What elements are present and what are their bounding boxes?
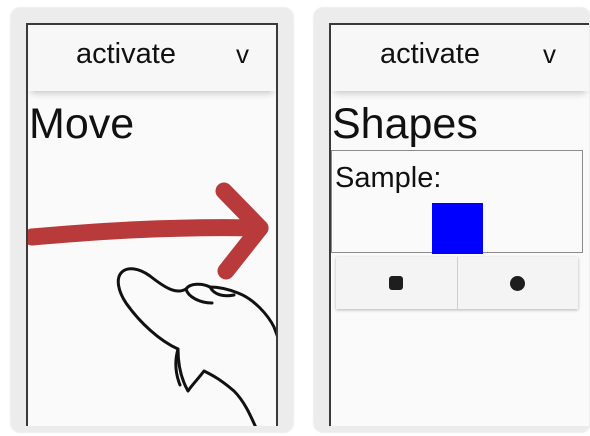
circle-shape-button[interactable] <box>456 257 578 309</box>
dropdown-menu-button[interactable]: v <box>543 38 556 70</box>
dropdown-menu-button[interactable]: v <box>236 38 249 70</box>
app-bar: activate v <box>331 25 589 91</box>
app-bar-title: activate <box>76 38 176 70</box>
phone-frame-shapes: activate v Shapes Sample: <box>314 8 590 432</box>
shape-selector <box>336 257 578 309</box>
app-screen-shapes: activate v Shapes Sample: <box>329 23 589 426</box>
circle-icon <box>510 275 526 291</box>
swipe-hand-icon <box>116 267 276 426</box>
phone-frame-move: activate v Move <box>11 8 293 432</box>
app-bar-title: activate <box>380 38 480 70</box>
square-shape-button[interactable] <box>336 257 457 309</box>
sample-label: Sample: <box>335 162 442 194</box>
sample-preview-box: Sample: <box>331 150 583 254</box>
app-bar: activate v <box>28 25 276 91</box>
square-icon <box>389 276 404 290</box>
sample-shape-square <box>432 203 483 254</box>
page-title: Shapes <box>332 100 478 148</box>
tutorial-stage: activate v Move activate v Shapes Sample… <box>0 0 590 436</box>
app-screen-move: activate v Move <box>26 23 278 426</box>
arrow-right-icon <box>28 182 269 280</box>
